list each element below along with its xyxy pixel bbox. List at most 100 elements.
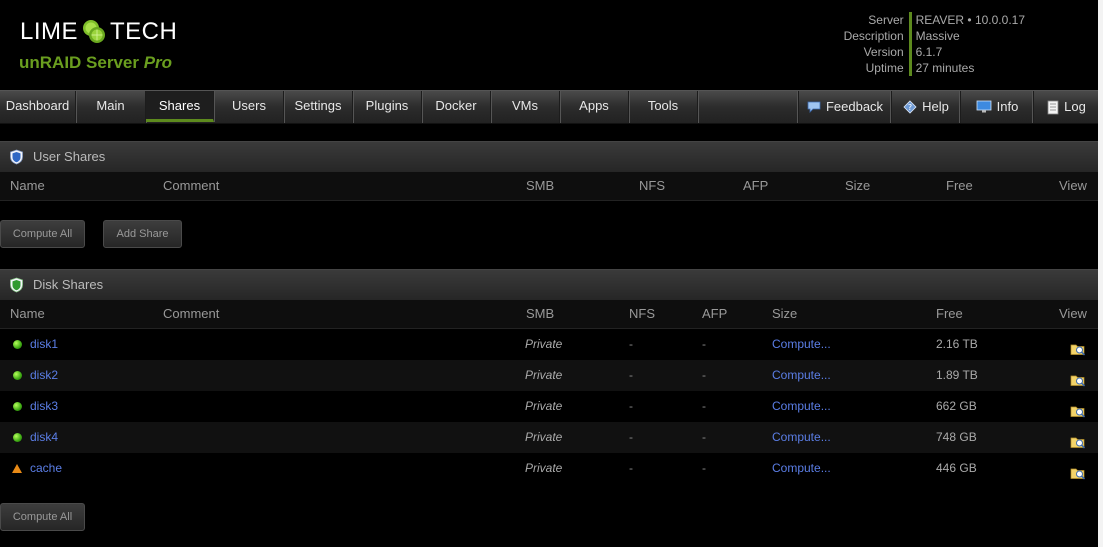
tab-dashboard[interactable]: Dashboard bbox=[0, 91, 76, 123]
afp-status: - bbox=[702, 368, 706, 382]
logo-text-left: LIME bbox=[20, 18, 79, 45]
col-size: Size bbox=[845, 178, 871, 193]
user-shares-columns: Name Comment SMB NFS AFP Size Free View bbox=[0, 172, 1098, 201]
tab-shares[interactable]: Shares bbox=[146, 91, 214, 122]
nfs-status: - bbox=[629, 430, 633, 444]
col-view: View bbox=[1059, 178, 1087, 193]
smb-status: Private bbox=[525, 430, 563, 444]
col-nfs: NFS bbox=[629, 306, 655, 321]
svg-text:?: ? bbox=[908, 103, 912, 112]
col-smb: SMB bbox=[526, 306, 555, 321]
tab-docker[interactable]: Docker bbox=[422, 91, 491, 123]
feedback-label: Feedback bbox=[825, 99, 884, 114]
share-name-link[interactable]: disk4 bbox=[30, 422, 58, 453]
smb-status: Private bbox=[525, 399, 563, 413]
compute-size-link[interactable]: Compute... bbox=[772, 422, 831, 453]
tab-users[interactable]: Users bbox=[215, 91, 284, 123]
status-online-icon bbox=[13, 340, 22, 349]
compute-all-button-disks[interactable]: Compute All bbox=[0, 503, 85, 531]
tab-tools[interactable]: Tools bbox=[629, 91, 698, 123]
user-shares-title: User Shares bbox=[33, 149, 106, 164]
tab-settings[interactable]: Settings bbox=[284, 91, 353, 123]
version-value: 6.1.7 bbox=[915, 45, 943, 59]
info-button[interactable]: Info bbox=[960, 91, 1033, 123]
tab-vms[interactable]: VMs bbox=[491, 91, 560, 123]
afp-status: - bbox=[702, 337, 706, 351]
disk-shares-header: Disk Shares bbox=[0, 269, 1098, 300]
main-nav: Dashboard Main Shares Users Settings Plu… bbox=[0, 90, 1098, 124]
col-afp: AFP bbox=[743, 178, 769, 193]
tab-main[interactable]: Main bbox=[76, 91, 146, 123]
share-name-link[interactable]: disk3 bbox=[30, 391, 58, 422]
shield-icon bbox=[10, 277, 23, 293]
free-space: 2.16 TB bbox=[936, 337, 978, 351]
uptime-value: 27 minutes bbox=[915, 61, 975, 75]
col-comment: Comment bbox=[163, 178, 220, 193]
document-icon bbox=[1047, 100, 1059, 114]
compute-size-link[interactable]: Compute... bbox=[772, 360, 831, 391]
nfs-status: - bbox=[629, 461, 633, 475]
logo-text-right: TECH bbox=[110, 18, 178, 45]
product-tier: Pro bbox=[143, 53, 173, 72]
user-shares-header: User Shares bbox=[0, 141, 1098, 172]
lime-icon bbox=[80, 18, 108, 46]
description-value: Massive bbox=[915, 29, 960, 43]
share-name-link[interactable]: disk2 bbox=[30, 360, 58, 391]
smb-status: Private bbox=[525, 368, 563, 382]
free-space: 446 GB bbox=[936, 461, 977, 475]
col-nfs: NFS bbox=[639, 178, 665, 193]
share-name-link[interactable]: disk1 bbox=[30, 329, 58, 360]
col-name: Name bbox=[10, 306, 45, 321]
free-space: 1.89 TB bbox=[936, 368, 978, 382]
product-label: unRAID Server bbox=[19, 53, 139, 72]
description-key: Description bbox=[839, 28, 912, 44]
compute-size-link[interactable]: Compute... bbox=[772, 391, 831, 422]
uptime-key: Uptime bbox=[839, 60, 912, 76]
table-row: disk4 Private - - Compute... 748 GB bbox=[0, 422, 1098, 453]
header: LIME TECH unRAID Server Pro Server REAVER… bbox=[0, 0, 1103, 90]
log-label: Log bbox=[1064, 99, 1086, 114]
afp-status: - bbox=[702, 461, 706, 475]
compute-all-button[interactable]: Compute All bbox=[0, 220, 85, 248]
speech-bubble-icon bbox=[807, 101, 821, 113]
browse-folder-icon[interactable] bbox=[1070, 461, 1086, 492]
help-label: Help bbox=[922, 99, 949, 114]
col-name: Name bbox=[10, 178, 45, 193]
status-online-icon bbox=[13, 402, 22, 411]
scrollbar[interactable] bbox=[1098, 0, 1103, 547]
table-row: disk1 Private - - Compute... 2.16 TB bbox=[0, 329, 1098, 360]
shield-icon bbox=[10, 149, 23, 165]
nfs-status: - bbox=[629, 337, 633, 351]
info-label: Info bbox=[996, 99, 1019, 114]
nfs-status: - bbox=[629, 368, 633, 382]
limetech-logo[interactable]: LIME TECH bbox=[20, 18, 177, 46]
share-name-link[interactable]: cache bbox=[30, 453, 62, 484]
nfs-status: - bbox=[629, 399, 633, 413]
help-diamond-icon: ? bbox=[903, 100, 917, 114]
free-space: 662 GB bbox=[936, 399, 977, 413]
server-value: REAVER • 10.0.0.17 bbox=[915, 13, 1025, 27]
table-row: cache Private - - Compute... 446 GB bbox=[0, 453, 1098, 484]
table-row: disk3 Private - - Compute... 662 GB bbox=[0, 391, 1098, 422]
col-comment: Comment bbox=[163, 306, 220, 321]
smb-status: Private bbox=[525, 461, 563, 475]
log-button[interactable]: Log bbox=[1033, 91, 1099, 123]
col-free: Free bbox=[936, 306, 963, 321]
smb-status: Private bbox=[525, 337, 563, 351]
col-afp: AFP bbox=[702, 306, 728, 321]
help-button[interactable]: ? Help bbox=[891, 91, 960, 123]
compute-size-link[interactable]: Compute... bbox=[772, 329, 831, 360]
warning-triangle-icon bbox=[12, 464, 22, 473]
compute-size-link[interactable]: Compute... bbox=[772, 453, 831, 484]
status-online-icon bbox=[13, 371, 22, 380]
tab-plugins[interactable]: Plugins bbox=[353, 91, 422, 123]
feedback-button[interactable]: Feedback bbox=[798, 91, 891, 123]
product-name: unRAID Server Pro bbox=[19, 53, 172, 73]
monitor-icon bbox=[976, 100, 992, 113]
tab-apps[interactable]: Apps bbox=[560, 91, 629, 123]
afp-status: - bbox=[702, 399, 706, 413]
add-share-button[interactable]: Add Share bbox=[103, 220, 182, 248]
version-key: Version bbox=[839, 44, 912, 60]
col-smb: SMB bbox=[526, 178, 555, 193]
server-info: Server REAVER • 10.0.0.17 Description Mass… bbox=[839, 12, 1029, 76]
